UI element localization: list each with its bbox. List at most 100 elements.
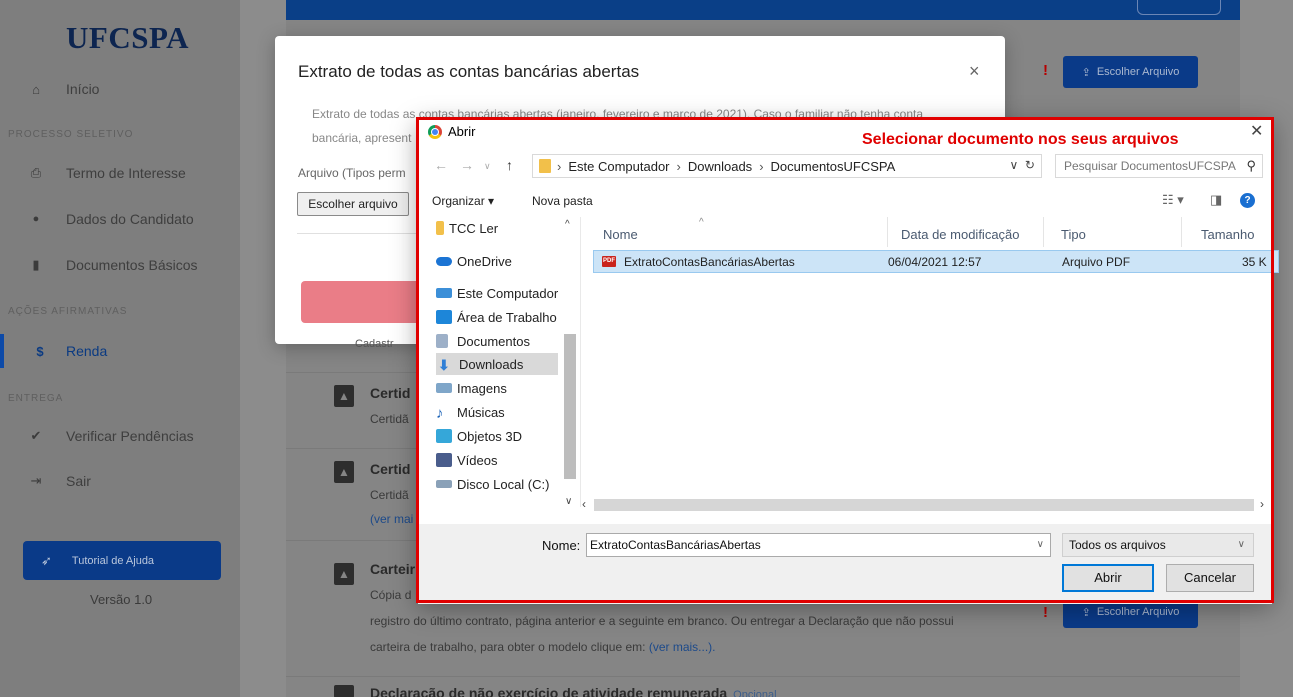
videos-icon — [436, 453, 452, 467]
column-header-name[interactable]: Nome — [603, 227, 638, 242]
tree-item-area-de-trabalho[interactable]: Área de Trabalho — [436, 306, 557, 328]
dialog-titlebar: Abrir Selecionar documento nos seus arqu… — [418, 119, 1272, 149]
tree-scroll-down-icon[interactable]: ∨ — [565, 496, 572, 507]
row-text: Cópia d — [370, 588, 412, 602]
choose-file-button[interactable]: Escolher arquivo — [297, 192, 409, 216]
tree-item-downloads[interactable]: ⬇ Downloads — [436, 353, 558, 375]
sidebar-item-sair[interactable]: ⇥ Sair — [0, 463, 240, 499]
sidebar-item-label: Dados do Candidato — [66, 211, 194, 227]
tree-scrollbar[interactable] — [564, 334, 576, 479]
forward-arrow-icon[interactable]: → — [460, 157, 474, 173]
drive-icon — [436, 480, 452, 488]
tree-item-tcc-ler[interactable]: TCC Ler — [436, 217, 498, 239]
sidebar-item-dados[interactable]: ● Dados do Candidato — [0, 201, 240, 237]
modal-title: Extrato de todas as contas bancárias abe… — [298, 62, 640, 81]
search-placeholder: Pesquisar DocumentosUFCSPA — [1064, 159, 1236, 173]
sidebar-item-renda[interactable]: $ Renda — [0, 333, 240, 369]
tree-item-disco-local[interactable]: Disco Local (C:) — [436, 473, 549, 495]
music-icon: ♪ — [436, 405, 444, 422]
breadcrumb-separator: › — [557, 158, 562, 174]
tree-item-videos[interactable]: Vídeos — [436, 449, 497, 471]
open-button[interactable]: Abrir — [1062, 564, 1154, 592]
scroll-left-icon[interactable]: ‹ — [582, 497, 586, 511]
file-name: ExtratoContasBancáriasAbertas — [624, 255, 795, 269]
dialog-footer: Nome: ExtratoContasBancáriasAbertas ∨ To… — [418, 524, 1272, 604]
file-list: Nome ^ Data de modificação Tipo Tamanho … — [580, 217, 1279, 507]
horizontal-scrollbar[interactable]: ‹ › — [580, 496, 1272, 514]
modal-close-button[interactable]: × — [969, 61, 980, 82]
breadcrumb-item[interactable]: Este Computador — [568, 159, 669, 174]
organize-button[interactable]: Organizar ▾ — [432, 194, 494, 208]
file-icon: ▮ — [32, 257, 40, 272]
sidebar-item-termo[interactable]: ⎙ Termo de Interesse — [0, 155, 240, 191]
file-type-select[interactable]: Todos os arquivos ∨ — [1062, 533, 1254, 557]
recent-locations-icon[interactable]: ∨ — [484, 161, 491, 172]
file-name-input[interactable]: ExtratoContasBancáriasAbertas ∨ — [586, 533, 1051, 557]
objects-3d-icon — [436, 429, 452, 443]
tree-item-este-computador[interactable]: Este Computador — [436, 282, 558, 304]
desktop-icon — [436, 310, 452, 324]
view-options-icon[interactable]: ☷ ▾ — [1162, 192, 1184, 208]
dialog-close-button[interactable]: ✕ — [1250, 121, 1263, 141]
tree-item-imagens[interactable]: Imagens — [436, 377, 507, 399]
cancel-button[interactable]: Cancelar — [1166, 564, 1254, 592]
breadcrumb-item[interactable]: DocumentosUFCSPA — [771, 159, 896, 174]
upload-button[interactable]: ⇪ Escolher Arquivo — [1063, 56, 1198, 88]
tree-item-label: OneDrive — [457, 253, 512, 269]
column-header-type[interactable]: Tipo — [1061, 227, 1086, 242]
tree-item-musicas[interactable]: ♪ Músicas — [436, 401, 505, 423]
check-icon: ✔ — [30, 428, 42, 443]
sidebar-item-verificar[interactable]: ✔ Verificar Pendências — [0, 418, 240, 454]
folder-icon — [539, 159, 551, 173]
computer-icon — [436, 288, 452, 298]
file-type-value: Todos os arquivos — [1069, 538, 1166, 552]
file-open-dialog: Abrir Selecionar documento nos seus arqu… — [417, 118, 1279, 604]
image-file-icon — [334, 685, 354, 697]
sidebar-item-label: Sair — [66, 473, 91, 489]
dialog-toolbar: Organizar ▾ Nova pasta ☷ ▾ ◨ ? — [418, 187, 1272, 215]
column-separator[interactable] — [1181, 217, 1182, 247]
tree-scroll-up-icon[interactable]: ^ — [565, 219, 570, 230]
new-folder-button[interactable]: Nova pasta — [532, 194, 593, 208]
breadcrumb-separator: › — [759, 158, 764, 174]
tree-item-onedrive[interactable]: OneDrive — [436, 250, 512, 272]
preview-pane-icon[interactable]: ◨ — [1210, 192, 1222, 208]
file-row[interactable]: PDF ExtratoContasBancáriasAbertas 06/04/… — [593, 250, 1279, 273]
sidebar-item-inicio[interactable]: ⌂ Início — [0, 71, 240, 107]
column-header-size[interactable]: Tamanho — [1201, 227, 1254, 242]
refresh-icon[interactable]: ∨ ↻ — [1009, 158, 1035, 172]
column-header-date[interactable]: Data de modificação — [901, 227, 1020, 242]
folder-icon — [436, 221, 444, 235]
breadcrumb-item[interactable]: Downloads — [688, 159, 752, 174]
tree-item-label: Vídeos — [457, 452, 498, 468]
top-bar — [286, 0, 1240, 20]
tutorial-button[interactable]: ➶ Tutorial de Ajuda — [23, 541, 221, 580]
upload-icon: ⇪ — [1081, 606, 1091, 619]
tree-item-label: Downloads — [459, 356, 524, 372]
tree-item-documentos[interactable]: Documentos — [436, 330, 530, 352]
image-file-icon: ▲ — [334, 563, 354, 585]
see-more-link[interactable]: (ver mai — [370, 507, 413, 531]
back-arrow-icon[interactable]: ← — [434, 157, 448, 173]
horizontal-scroll-thumb[interactable] — [594, 499, 1254, 511]
see-more-link[interactable]: (ver mais...). — [649, 640, 716, 654]
modal-submit-button[interactable] — [301, 281, 421, 323]
home-icon: ⌂ — [32, 81, 40, 97]
chevron-down-icon: ∨ — [1237, 539, 1245, 550]
address-bar[interactable]: › Este Computador › Downloads › Document… — [532, 154, 1042, 178]
tree-item-label: TCC Ler — [449, 220, 499, 236]
sidebar-item-documentos[interactable]: ▮ Documentos Básicos — [0, 247, 240, 283]
column-separator[interactable] — [1043, 217, 1044, 247]
help-icon[interactable]: ? — [1240, 193, 1255, 208]
up-arrow-icon[interactable]: ↑ — [506, 157, 513, 173]
scroll-right-icon[interactable]: › — [1260, 497, 1264, 511]
search-input[interactable]: Pesquisar DocumentosUFCSPA ⚲ — [1055, 154, 1263, 178]
tree-item-objetos-3d[interactable]: Objetos 3D — [436, 425, 522, 447]
section-processo-seletivo: PROCESSO SELETIVO — [8, 129, 134, 140]
chevron-down-icon[interactable]: ∨ — [1037, 534, 1044, 556]
file-types-label: Arquivo (Tipos perm — [298, 166, 406, 180]
top-bar-button[interactable] — [1137, 0, 1221, 15]
tutorial-label: Tutorial de Ajuda — [71, 554, 155, 567]
section-acoes-afirmativas: AÇÕES AFIRMATIVAS — [8, 306, 128, 317]
column-separator[interactable] — [887, 217, 888, 247]
